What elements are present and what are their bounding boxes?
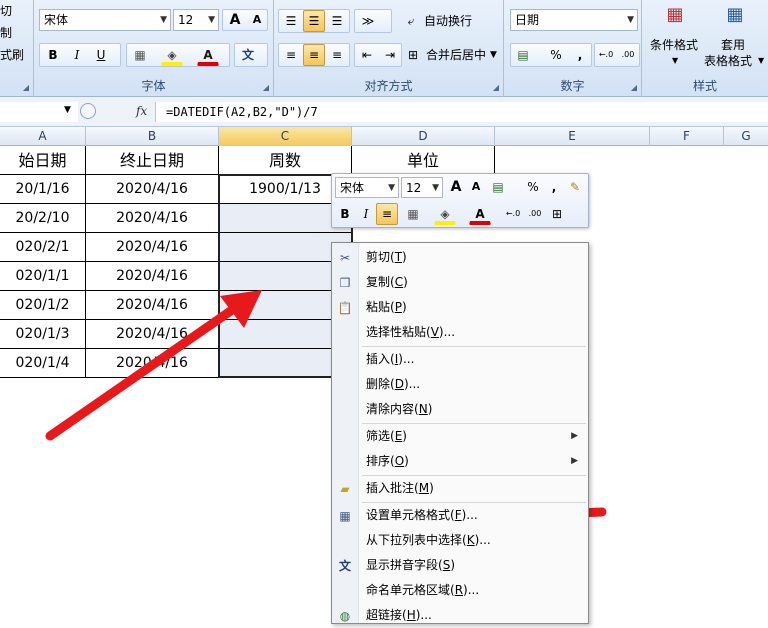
menu-item-copy[interactable]: ❐ 复制(C) (332, 270, 588, 295)
mini-border-icon[interactable]: ▦ (402, 203, 424, 225)
menu-accelerator: V (430, 325, 439, 339)
menu-accelerator: N (418, 402, 428, 416)
menu-item-cut[interactable]: ✂ 剪切(T) (332, 245, 588, 270)
mini-size-value: 12 (406, 181, 422, 195)
mini-italic-button[interactable]: I (355, 203, 377, 225)
menu-accelerator: M (418, 481, 430, 495)
mini-size-combo[interactable]: 12 ▼ (401, 177, 443, 198)
menu-label: 清除内容 (366, 402, 415, 416)
scissors-icon: ✂ (339, 251, 351, 265)
menu-item-sort[interactable]: 排序(O) ▶ (332, 449, 588, 474)
menu-ellipsis: ... (479, 533, 491, 547)
mini-toolbar: 宋体 ▼ 12 ▼ A A ▤ % , ✎ B I ≡ ▦ ◈ A ←.0 .0… (331, 173, 589, 228)
mini-fill-color-icon[interactable]: ◈ (434, 203, 456, 225)
menu-item-delete[interactable]: 删除(D)... (332, 372, 588, 397)
menu-accelerator: E (394, 429, 403, 443)
mini-decrease-decimal-icon[interactable]: .00 (524, 203, 546, 225)
chevron-down-icon: ▼ (388, 183, 395, 193)
menu-item-define-name[interactable]: 命名单元格区域(R)... (332, 578, 588, 603)
mini-percent-button[interactable]: % (522, 176, 544, 198)
menu-accelerator: R (454, 583, 464, 597)
context-menu: ✂ 剪切(T) ❐ 复制(C) 📋 粘贴(P) 选择性粘贴(V)... 插入(I… (331, 242, 589, 624)
menu-accelerator: O (394, 454, 405, 468)
mini-shrink-font-icon[interactable]: A (465, 176, 487, 198)
menu-item-filter[interactable]: 筛选(E) ▶ (332, 424, 588, 449)
menu-label: 超链接 (366, 608, 403, 622)
mini-grow-font-icon[interactable]: A (445, 176, 467, 198)
menu-label: 复制 (366, 275, 391, 289)
menu-item-hyperlink[interactable]: ◍ 超链接(H)... (332, 603, 588, 628)
menu-label: 排序 (366, 454, 391, 468)
phonetic-icon: 文 (338, 559, 351, 573)
arrow-to-selection (45, 290, 262, 441)
submenu-arrow-icon: ▶ (571, 456, 578, 466)
menu-item-clear-contents[interactable]: 清除内容(N) (332, 397, 588, 422)
menu-item-insert[interactable]: 插入(I)... (332, 347, 588, 372)
globe-icon: ◍ (339, 609, 351, 623)
mini-font-combo[interactable]: 宋体 ▼ (335, 177, 399, 198)
mini-format-painter-icon[interactable]: ✎ (564, 176, 586, 198)
menu-accelerator: F (454, 508, 462, 522)
menu-item-paste-special[interactable]: 选择性粘贴(V)... (332, 320, 588, 345)
menu-item-insert-comment[interactable]: ▰ 插入批注(M) (332, 476, 588, 501)
menu-label: 插入 (366, 352, 391, 366)
mini-center-align-icon[interactable]: ≡ (376, 203, 398, 225)
menu-label: 筛选 (366, 429, 391, 443)
menu-label: 删除 (366, 377, 391, 391)
menu-ellipsis: ... (402, 352, 415, 366)
menu-accelerator: T (394, 250, 403, 264)
menu-accelerator: H (406, 608, 416, 622)
menu-accelerator: S (442, 558, 451, 572)
menu-label: 命名单元格区域 (366, 583, 451, 597)
menu-item-show-phonetic[interactable]: 文 显示拼音字段(S) (332, 553, 588, 578)
menu-label: 从下拉列表中选择 (366, 533, 463, 547)
menu-ellipsis: ... (420, 608, 432, 622)
menu-label: 显示拼音字段 (366, 558, 439, 572)
mini-font-value: 宋体 (340, 181, 365, 195)
mini-comma-button[interactable]: , (543, 176, 565, 198)
menu-accelerator: P (394, 300, 402, 314)
submenu-arrow-icon: ▶ (571, 431, 578, 441)
menu-item-pick-from-list[interactable]: 从下拉列表中选择(K)... (332, 528, 588, 553)
mini-font-color-button[interactable]: A (469, 203, 491, 225)
comment-icon: ▰ (340, 482, 350, 496)
menu-label: 插入批注 (366, 481, 415, 495)
menu-ellipsis: ... (467, 583, 480, 597)
mini-bold-button[interactable]: B (334, 203, 356, 225)
menu-item-format-cells[interactable]: ▦ 设置单元格格式(F)... (332, 503, 588, 528)
menu-label: 粘贴 (366, 300, 391, 314)
format-cells-icon: ▦ (339, 509, 351, 523)
menu-accelerator: D (394, 377, 404, 391)
menu-accelerator: I (394, 352, 399, 366)
copy-icon: ❐ (339, 276, 351, 290)
paste-icon: 📋 (337, 301, 353, 315)
menu-item-paste[interactable]: 📋 粘贴(P) (332, 295, 588, 320)
mini-accounting-icon[interactable]: ▤ (487, 176, 509, 198)
menu-ellipsis: ... (408, 377, 421, 391)
menu-ellipsis: ... (443, 325, 456, 339)
menu-label: 剪切 (366, 250, 391, 264)
menu-accelerator: K (466, 533, 475, 547)
menu-accelerator: C (394, 275, 404, 289)
menu-label: 设置单元格格式 (366, 508, 451, 522)
chevron-down-icon: ▼ (432, 183, 439, 193)
menu-ellipsis: ... (466, 508, 478, 522)
menu-label: 选择性粘贴 (366, 325, 427, 339)
mini-merge-center-icon[interactable]: ⊞ (546, 203, 568, 225)
mini-increase-decimal-icon[interactable]: ←.0 (502, 203, 524, 225)
